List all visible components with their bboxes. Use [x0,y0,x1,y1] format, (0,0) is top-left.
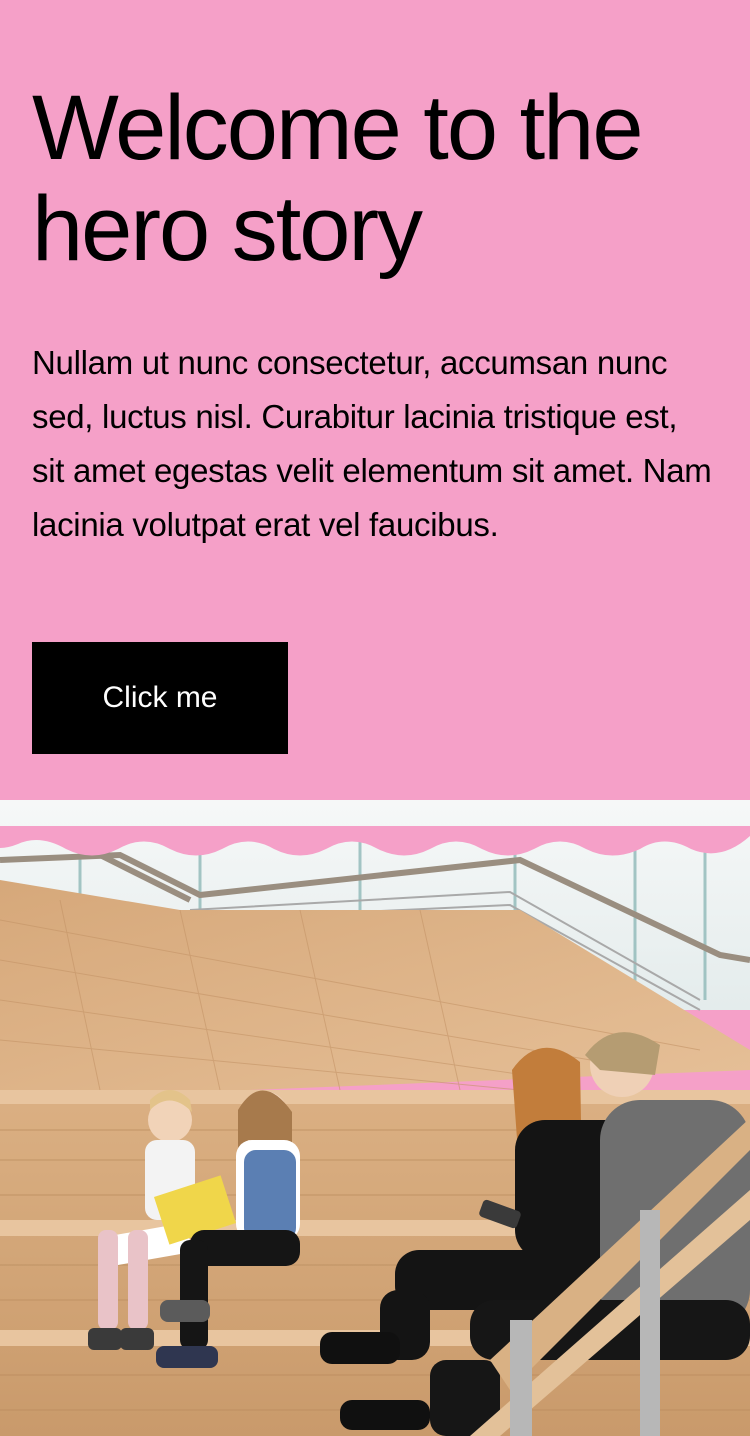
hero-description: Nullam ut nunc consectetur, accumsan nun… [32,344,712,543]
hero-title: Welcome to the hero story [32,77,644,280]
page: Welcome to the hero story Nullam ut nunc… [0,0,750,1436]
hero-section: Welcome to the hero story Nullam ut nunc… [0,0,750,870]
wave-divider [0,826,750,856]
hero-photo [0,800,750,1436]
click-me-button[interactable]: Click me [32,642,288,754]
